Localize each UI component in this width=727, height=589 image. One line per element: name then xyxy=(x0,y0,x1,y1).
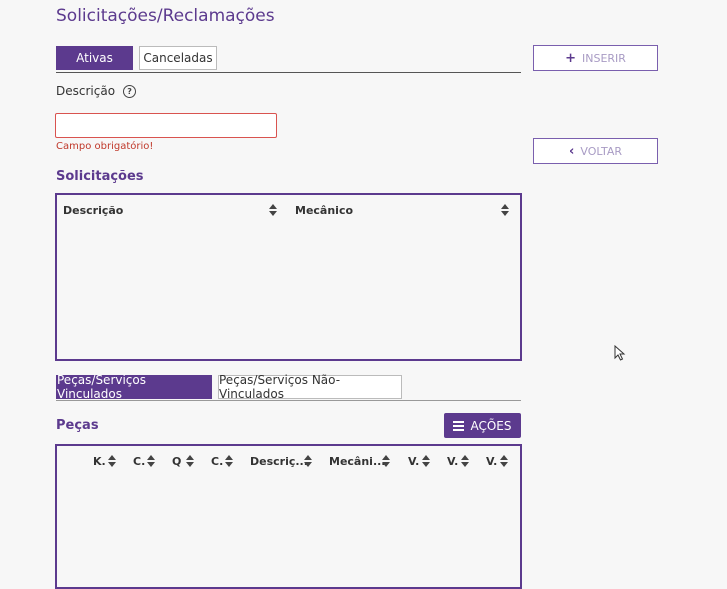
back-button[interactable]: ‹ VOLTAR xyxy=(533,138,658,164)
mouse-cursor-icon xyxy=(614,345,626,361)
column-header-v1[interactable]: V. xyxy=(408,455,419,468)
sort-icon[interactable] xyxy=(461,455,469,467)
actions-label: AÇÕES xyxy=(470,418,512,433)
tabs-underline xyxy=(56,400,521,401)
insert-button[interactable]: + INSERIR xyxy=(533,45,658,71)
help-icon[interactable]: ? xyxy=(123,84,137,98)
plus-icon: + xyxy=(565,50,576,66)
sort-icon[interactable] xyxy=(382,455,390,467)
column-header-descricao[interactable]: Descrição xyxy=(63,204,123,217)
sort-icon[interactable] xyxy=(500,455,508,467)
tab-canceladas[interactable]: Canceladas xyxy=(139,46,217,70)
back-label: VOLTAR xyxy=(580,144,622,158)
column-header-v2[interactable]: V. xyxy=(447,455,458,468)
tab-nao-vinculados[interactable]: Peças/Serviços Não-Vinculados xyxy=(218,373,402,401)
sort-icon[interactable] xyxy=(225,455,233,467)
sort-icon[interactable] xyxy=(501,204,509,216)
column-header-k[interactable]: K. xyxy=(93,455,106,468)
parts-table: K. C. Q C. Descriç... Mecâni... V. V. V. xyxy=(55,444,522,589)
column-header-q[interactable]: Q xyxy=(172,455,181,468)
sort-icon[interactable] xyxy=(147,455,155,467)
column-header-c2[interactable]: C. xyxy=(211,455,223,468)
column-header-c1[interactable]: C. xyxy=(133,455,145,468)
column-header-mecanico[interactable]: Mecâni... xyxy=(329,455,386,468)
sort-icon[interactable] xyxy=(269,204,277,216)
menu-icon xyxy=(453,421,465,431)
sort-icon[interactable] xyxy=(108,455,116,467)
tab-ativas[interactable]: Ativas xyxy=(56,46,133,70)
description-label-row: Descrição ? xyxy=(56,84,137,98)
column-header-mecanico[interactable]: Mecânico xyxy=(295,204,353,217)
chevron-left-icon: ‹ xyxy=(569,143,575,159)
description-label: Descrição xyxy=(56,84,116,98)
tab-vinculados[interactable]: Peças/Serviços Vinculados xyxy=(56,373,212,401)
column-header-v3[interactable]: V. xyxy=(486,455,497,468)
sort-icon[interactable] xyxy=(422,455,430,467)
solicitations-title: Solicitações xyxy=(56,169,144,184)
tabs-underline xyxy=(56,72,521,73)
page-title: Solicitações/Reclamações xyxy=(56,6,275,26)
column-header-descricao[interactable]: Descriç... xyxy=(250,455,308,468)
description-input[interactable] xyxy=(55,113,277,138)
insert-label: INSERIR xyxy=(581,51,626,65)
parts-title: Peças xyxy=(56,418,99,433)
solicitations-table: Descrição Mecânico xyxy=(55,193,522,361)
error-message: Campo obrigatório! xyxy=(56,141,154,152)
actions-button[interactable]: AÇÕES xyxy=(444,413,521,438)
sort-icon[interactable] xyxy=(304,455,312,467)
sort-icon[interactable] xyxy=(186,455,194,467)
